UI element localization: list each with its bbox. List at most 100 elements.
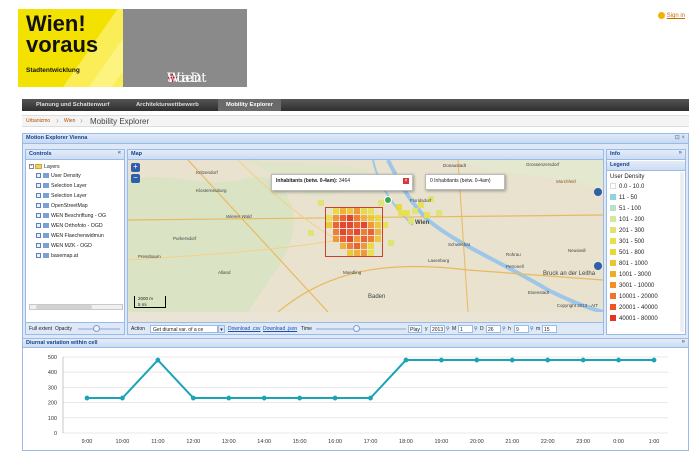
legend-swatch xyxy=(610,249,616,256)
time-slider-knob[interactable] xyxy=(353,325,360,332)
x-tick-label: 16:00 xyxy=(328,439,342,445)
layer-item[interactable]: User Density xyxy=(36,172,81,180)
main-nav: Planung und Schattenwurf Architekturwett… xyxy=(22,99,689,111)
data-point[interactable] xyxy=(190,395,196,401)
legend-item: 101 - 200 xyxy=(610,216,644,225)
legend-swatch xyxy=(610,194,616,201)
collapse-icon[interactable]: » xyxy=(679,150,682,156)
layer-label: OpenStreetMap xyxy=(51,203,88,209)
wien-voraus-logo[interactable]: Wien! voraus Stadtentwicklung xyxy=(18,9,123,87)
legend-label: 3001 - 10000 xyxy=(619,283,655,289)
layers-root[interactable]: - Layers xyxy=(29,163,60,171)
legend-item: 10001 - 20000 xyxy=(610,293,658,302)
collapse-icon[interactable]: » xyxy=(682,339,685,345)
map-marker-icon[interactable] xyxy=(384,196,392,204)
data-point[interactable] xyxy=(332,395,338,401)
layer-item[interactable]: WEN MZK - OGD xyxy=(36,242,92,250)
opacity-slider-knob[interactable] xyxy=(93,325,100,332)
data-point[interactable] xyxy=(474,357,480,363)
layer-checkbox[interactable] xyxy=(36,253,41,259)
legend-label: 301 - 500 xyxy=(619,239,645,245)
map-label: Wien xyxy=(415,220,430,226)
tab-planung[interactable]: Planung und Schattenwurf xyxy=(28,99,117,111)
layer-item[interactable]: WEN Orthofoto - OGD xyxy=(36,222,103,230)
layer-checkbox[interactable] xyxy=(36,233,41,239)
full-extent-button[interactable]: Full extent xyxy=(29,325,52,333)
legend-scrollbar[interactable] xyxy=(680,172,684,332)
popup-label: Inhabitants (betw. 0-4am): xyxy=(276,178,338,184)
hour-input[interactable]: 9 xyxy=(514,325,529,333)
layer-checkbox[interactable] xyxy=(36,243,41,249)
layer-item[interactable]: Selection Layer xyxy=(36,192,87,200)
map-label: Baden xyxy=(368,294,386,300)
layer-checkbox[interactable] xyxy=(36,173,41,179)
layer-item[interactable]: WEN Beschriftung - OG xyxy=(36,212,106,220)
search-icon[interactable]: ⚲ xyxy=(502,325,506,333)
year-input[interactable]: 2013 xyxy=(430,325,445,333)
layer-checkbox[interactable] xyxy=(36,223,41,229)
download-csv-link[interactable]: Download .csv xyxy=(228,325,261,333)
layer-checkbox[interactable] xyxy=(36,183,41,189)
zoom-out-button[interactable]: − xyxy=(131,174,140,183)
data-point[interactable] xyxy=(580,357,586,363)
data-point[interactable] xyxy=(120,395,125,401)
day-input[interactable]: 26 xyxy=(486,325,501,333)
breadcrumb-item-urbanizmo[interactable]: Urbanizmo xyxy=(26,117,50,126)
breadcrumb-item-wien[interactable]: Wien xyxy=(64,117,75,126)
action-select[interactable]: Get diurnal var. of a ce xyxy=(150,325,218,333)
day-label: D xyxy=(480,326,484,332)
legend-swatch xyxy=(610,293,616,300)
layer-item[interactable]: basemap.at xyxy=(36,252,78,260)
download-json-link[interactable]: Download .json xyxy=(263,325,297,333)
search-icon[interactable]: ⚲ xyxy=(530,325,534,333)
map-marker-icon[interactable] xyxy=(594,188,602,196)
logo-title: Wien! voraus xyxy=(26,11,99,57)
tab-architekturwettbewerb[interactable]: Architekturwettbewerb xyxy=(128,99,207,111)
layer-item[interactable]: Selection Layer xyxy=(36,182,87,190)
data-point[interactable] xyxy=(155,357,161,363)
data-point[interactable] xyxy=(368,395,373,401)
diurnal-chart-panel: Diurnal variation within cell » 0 100 200 3… xyxy=(23,338,688,450)
layer-checkbox[interactable] xyxy=(36,203,41,209)
data-point[interactable] xyxy=(438,357,444,363)
data-point[interactable] xyxy=(545,357,551,363)
close-icon[interactable]: × xyxy=(403,178,409,184)
tab-mobility-explorer[interactable]: Mobility Explorer xyxy=(218,99,282,111)
legend-label: 10001 - 20000 xyxy=(619,294,658,300)
zoom-in-button[interactable]: + xyxy=(131,163,140,172)
data-point[interactable] xyxy=(261,395,267,401)
search-icon[interactable]: ⚲ xyxy=(446,325,450,333)
map-header: Map xyxy=(128,150,603,160)
play-button[interactable]: Play xyxy=(408,325,422,333)
map-canvas[interactable]: + − Inhabitants (betw. 0-4am): 3464 × 0 … xyxy=(128,160,603,322)
data-point[interactable] xyxy=(297,395,303,401)
window-tools[interactable]: ⊡ × xyxy=(675,134,685,141)
collapse-icon[interactable]: « xyxy=(118,150,121,156)
chevron-down-icon[interactable]: ▾ xyxy=(218,325,225,333)
controls-scrollbar[interactable] xyxy=(29,304,123,310)
layer-checkbox[interactable] xyxy=(36,193,41,199)
layer-item[interactable]: OpenStreetMap xyxy=(36,202,88,210)
layer-checkbox[interactable] xyxy=(36,213,41,219)
month-input[interactable]: 1 xyxy=(458,325,473,333)
data-point[interactable] xyxy=(651,357,657,363)
data-point[interactable] xyxy=(226,395,232,401)
legend-swatch xyxy=(610,238,616,245)
data-point[interactable] xyxy=(509,357,515,363)
breadcrumb-current: Mobility Explorer xyxy=(90,117,150,126)
data-point[interactable] xyxy=(616,357,621,363)
data-point[interactable] xyxy=(403,357,409,363)
map-label: Donaustadt xyxy=(443,163,467,168)
time-label: Time xyxy=(301,326,312,332)
map-label: Kritzendorf xyxy=(196,170,218,175)
map-marker-icon[interactable] xyxy=(594,262,602,270)
minute-input[interactable]: 15 xyxy=(542,325,557,333)
layer-item[interactable]: WEN Flaechenwidmun xyxy=(36,232,104,240)
sign-in-link[interactable]: Sign in xyxy=(657,12,685,19)
layer-label: Selection Layer xyxy=(51,193,87,199)
city-logo[interactable]: StaDt + Wien xyxy=(123,9,247,87)
collapse-tree-icon[interactable]: - xyxy=(29,164,34,170)
search-icon[interactable]: ⚲ xyxy=(474,325,478,333)
time-slider[interactable] xyxy=(316,328,406,330)
data-point[interactable] xyxy=(84,395,90,401)
